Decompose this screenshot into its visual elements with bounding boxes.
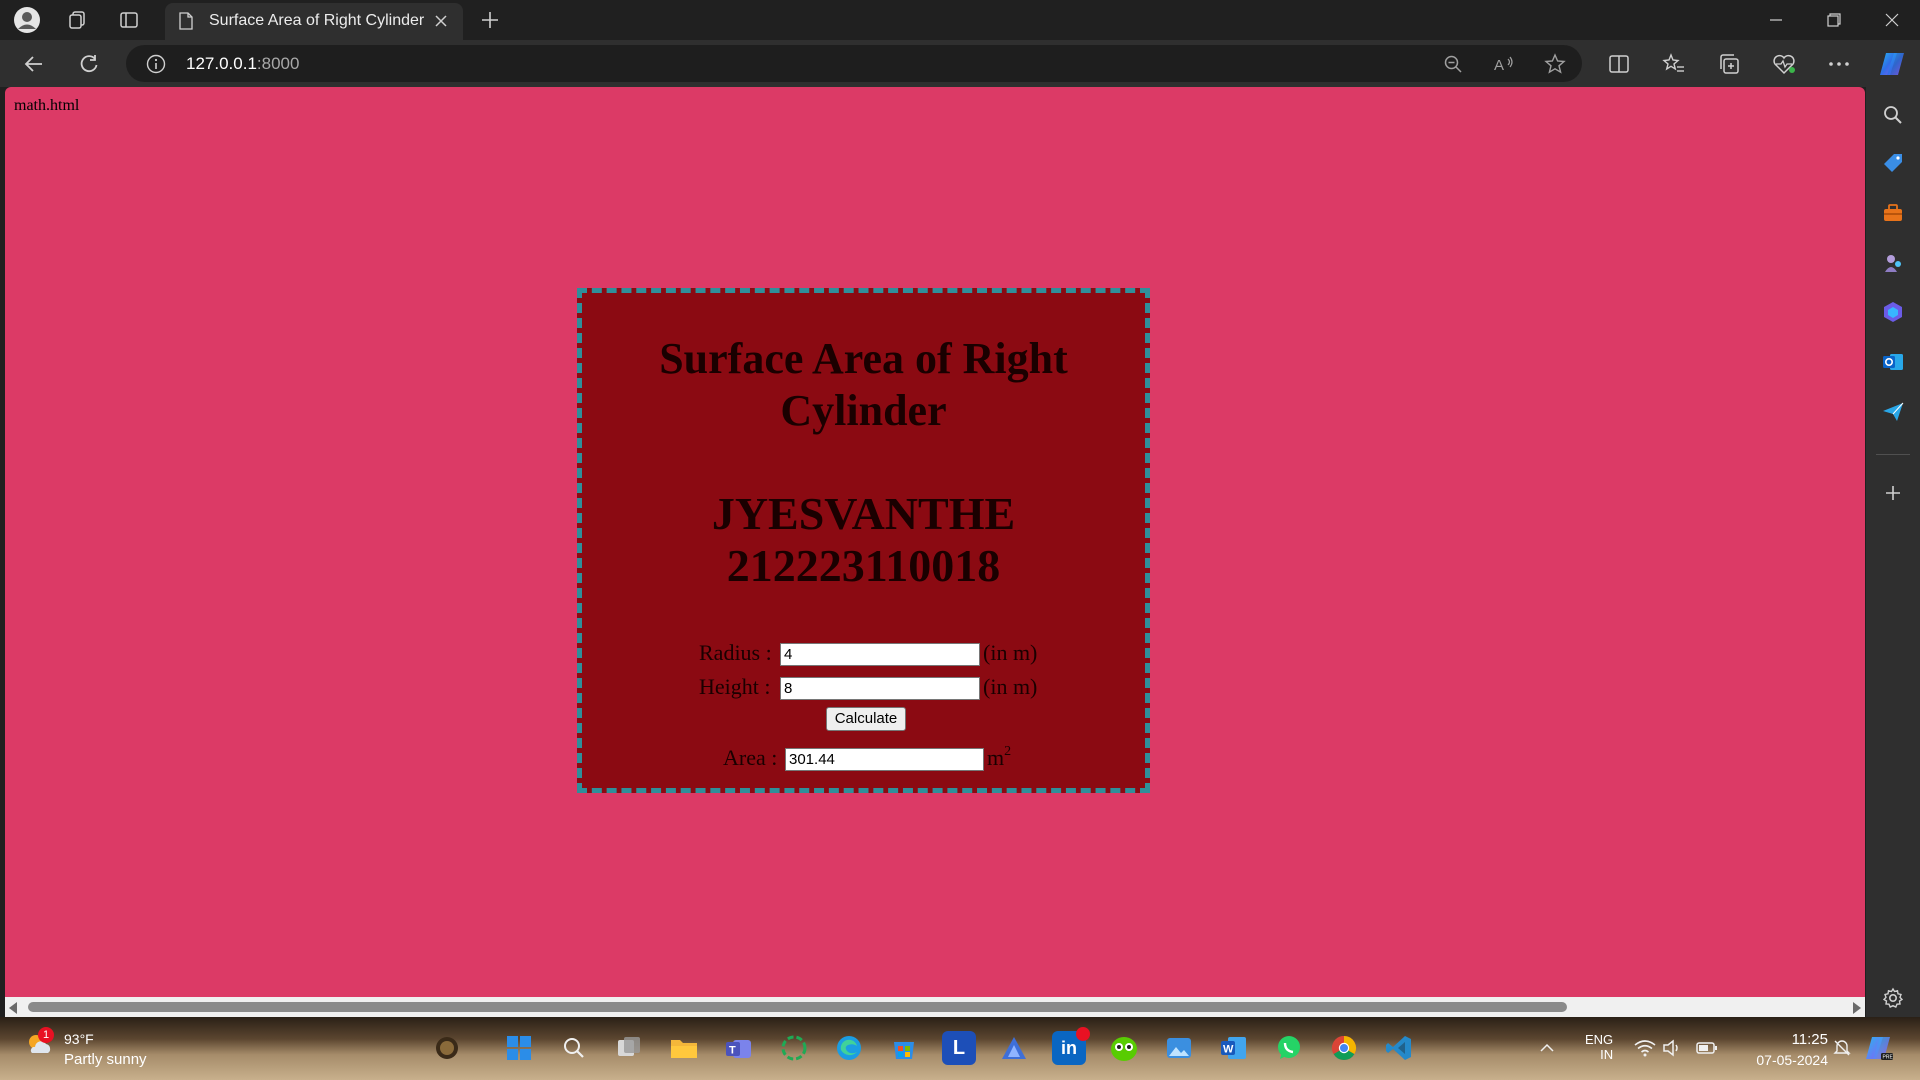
page-viewport: math.html Surface Area of Right Cylinder… [5,87,1865,1017]
widget-app-icon[interactable] [430,1031,464,1065]
collections-icon[interactable] [1713,48,1745,80]
send-icon[interactable] [1881,400,1905,424]
active-tab[interactable]: Surface Area of Right Cylinder [165,3,463,40]
horizontal-scrollbar[interactable] [5,997,1865,1017]
file-explorer-icon[interactable] [667,1031,701,1065]
svg-text:T: T [729,1045,736,1057]
favorites-icon[interactable] [1658,48,1690,80]
clock-date[interactable]: 07-05-2024 [1736,1052,1828,1068]
whatsapp-icon[interactable] [1272,1031,1306,1065]
focus-bell-icon[interactable] [1830,1031,1854,1065]
vscode-icon[interactable] [1382,1031,1416,1065]
refresh-icon[interactable] [73,48,105,80]
word-icon[interactable]: W [1217,1031,1251,1065]
split-screen-icon[interactable] [1603,48,1635,80]
copilot-icon[interactable] [1876,48,1908,80]
weather-badge: 1 [38,1027,54,1043]
l-app-icon[interactable]: L [942,1031,976,1065]
minimize-icon[interactable] [1748,0,1804,40]
author-id: 212223110018 [726,540,1001,591]
task-view-icon[interactable] [612,1031,646,1065]
height-unit: (in m) [983,674,1038,699]
microsoft-365-icon[interactable] [1881,300,1905,324]
scrollbar-thumb[interactable] [28,1002,1567,1012]
radius-unit: (in m) [983,640,1038,665]
area-label: Area : [723,745,778,770]
address-bar[interactable]: 127.0.0.1:8000 A [126,45,1582,82]
svg-text:PRE: PRE [1883,1055,1894,1061]
close-window-icon[interactable] [1864,0,1920,40]
workspaces-icon[interactable] [62,7,92,33]
microsoft-store-icon[interactable] [887,1031,921,1065]
url-text: 127.0.0.1:8000 [186,54,300,73]
site-info-icon[interactable] [146,54,166,74]
scroll-right-icon[interactable] [1853,1002,1861,1014]
search-icon[interactable] [1881,103,1905,127]
photos-icon[interactable] [1162,1031,1196,1065]
chrome-icon[interactable] [1327,1031,1361,1065]
show-hidden-icons[interactable] [1535,1031,1559,1065]
tools-briefcase-icon[interactable] [1881,201,1905,225]
notification-dot [1076,1027,1090,1041]
add-icon[interactable] [1881,481,1905,505]
teams-icon[interactable]: T [722,1031,756,1065]
language-indicator[interactable]: ENG IN [1585,1032,1613,1062]
wifi-icon[interactable] [1632,1031,1658,1065]
more-options-icon[interactable] [1823,48,1855,80]
vpn-app-icon[interactable] [997,1031,1031,1065]
author-block: JYESVANTHE 212223110018 [582,488,1145,592]
new-tab-icon[interactable] [478,8,502,32]
file-name-text: math.html [14,97,80,114]
height-input[interactable]: 8 [780,677,980,700]
loading-app-icon[interactable] [777,1031,811,1065]
edge-sidebar [1866,87,1920,1017]
edge-icon[interactable] [832,1031,866,1065]
radius-input[interactable]: 4 [780,643,980,666]
zoom-out-icon[interactable] [1440,51,1466,77]
windows-taskbar: 1 93°F Partly sunny T L in W ENG IN 11:2… [0,1017,1920,1080]
page-title: Surface Area of Right Cylinder [659,334,1068,435]
favorite-star-icon[interactable] [1542,51,1568,77]
read-aloud-icon[interactable]: A [1491,51,1517,77]
sidebar-divider [1876,454,1910,455]
shopping-tag-icon[interactable] [1881,151,1905,175]
linkedin-icon[interactable]: in [1052,1027,1090,1065]
clock-time[interactable]: 11:25 [1770,1031,1828,1048]
weather-description[interactable]: Partly sunny [64,1051,147,1068]
settings-gear-icon[interactable] [1881,986,1905,1010]
svg-text:W: W [1223,1044,1234,1056]
area-unit: m2 [987,744,1012,770]
height-label: Height : [699,674,771,699]
scroll-left-icon[interactable] [9,1002,17,1014]
games-icon[interactable] [1881,251,1905,275]
svg-text:A: A [1494,57,1504,74]
document-icon [179,12,193,30]
calculator-card: Surface Area of Right Cylinder JYESVANTH… [577,288,1150,793]
copilot-taskbar-icon[interactable]: PRE [1862,1031,1896,1065]
vertical-tabs-icon[interactable] [114,7,144,33]
author-name: JYESVANTHE [711,488,1016,539]
browser-essentials-icon[interactable] [1768,48,1800,80]
start-icon[interactable] [502,1031,536,1065]
volume-icon[interactable] [1660,1031,1686,1065]
battery-icon[interactable] [1694,1031,1720,1065]
weather-temperature[interactable]: 93°F [64,1031,94,1047]
calculate-button[interactable]: Calculate [826,707,906,731]
back-icon[interactable] [18,48,50,80]
close-tab-icon[interactable] [433,13,449,29]
outlook-icon[interactable] [1881,350,1905,374]
profile-icon[interactable] [12,7,42,33]
radius-label: Radius : [699,640,772,665]
restore-icon[interactable] [1806,0,1862,40]
duolingo-icon[interactable] [1107,1031,1141,1065]
tab-title: Surface Area of Right Cylinder [209,12,425,29]
browser-toolbar: 127.0.0.1:8000 A [0,40,1920,87]
browser-tab-bar: Surface Area of Right Cylinder [0,0,1920,40]
search-taskbar-icon[interactable] [557,1031,591,1065]
area-output[interactable]: 301.44 [785,748,984,771]
